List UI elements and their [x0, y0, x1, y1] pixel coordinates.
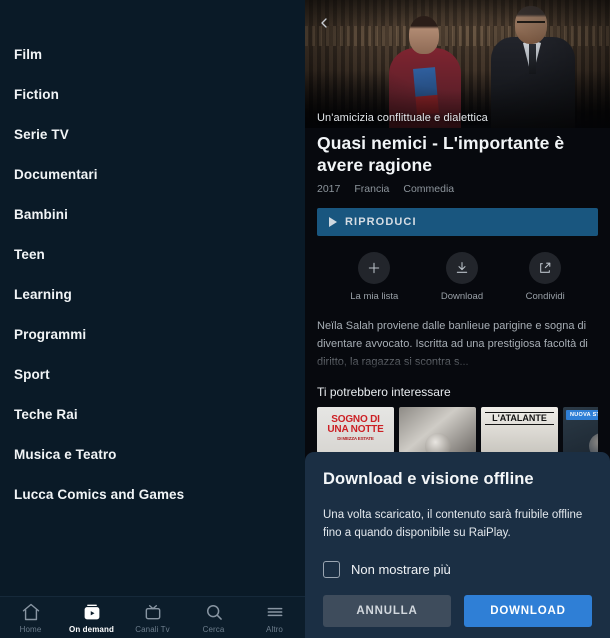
modal-description: Una volta scaricato, il contenuto sarà f…	[323, 509, 583, 539]
hero-vignette	[305, 0, 610, 128]
tab-cerca[interactable]: Cerca	[183, 597, 244, 638]
card-title: SOGNO DI UNA NOTTE DI MEZZA ESTATE	[321, 415, 390, 442]
search-icon	[204, 602, 224, 622]
share-icon	[529, 252, 562, 285]
sidebar-item-label: Sport	[14, 366, 50, 382]
meta-year: 2017	[317, 183, 341, 196]
action-download[interactable]: Download	[441, 252, 483, 302]
bottom-tab-bar: Home On demand Canali Tv Cerca Altro	[0, 596, 305, 638]
action-buttons: La mia lista Download Condividi	[317, 252, 598, 302]
play-button-label: RIPRODUCI	[345, 216, 417, 229]
detail-body: Quasi nemici - L'importante è avere ragi…	[305, 133, 610, 454]
action-label: Download	[440, 291, 484, 303]
meta-country: Francia	[354, 183, 390, 196]
tab-on-demand[interactable]: On demand	[61, 597, 122, 638]
action-label: Condividi	[525, 291, 565, 303]
sidebar-item-musica-e-teatro[interactable]: Musica e Teatro	[0, 434, 305, 474]
recommendation-card[interactable]: L'ATALANTE	[481, 407, 558, 454]
tab-altro[interactable]: Altro	[244, 597, 305, 638]
back-chevron-icon[interactable]	[312, 11, 336, 35]
sidebar-item-label: Teche Rai	[14, 406, 78, 422]
sidebar-item-programmi[interactable]: Programmi	[0, 314, 305, 354]
sidebar-menu: Film Fiction Serie TV Documentari Bambini Tee…	[0, 0, 305, 514]
meta-genre: Commedia	[403, 183, 455, 196]
sidebar-item-bambini[interactable]: Bambini	[0, 194, 305, 234]
sidebar-item-documentari[interactable]: Documentari	[0, 154, 305, 194]
sidebar-item-film[interactable]: Film	[0, 34, 305, 74]
tv-icon	[143, 602, 163, 622]
dont-show-again-label: Non mostrare più	[351, 561, 451, 577]
sidebar-item-label: Programmi	[14, 326, 87, 342]
play-triangle-icon	[329, 217, 337, 228]
sidebar-item-label: Learning	[14, 286, 72, 302]
plus-icon	[358, 252, 391, 285]
action-share[interactable]: Condividi	[526, 252, 565, 302]
sidebar-item-label: Documentari	[14, 166, 98, 182]
card-title-text: SOGNO DI UNA NOTTE	[327, 414, 384, 436]
sidebar-item-label: Teen	[14, 246, 45, 262]
sidebar-item-label: Bambini	[14, 206, 68, 222]
home-icon	[21, 602, 41, 622]
sidebar-item-teche-rai[interactable]: Teche Rai	[0, 394, 305, 434]
sidebar-item-teen[interactable]: Teen	[0, 234, 305, 274]
dont-show-again-checkbox[interactable]	[323, 560, 340, 578]
card-title-text: L'ATALANTE	[492, 413, 547, 424]
sidebar-item-lucca-comics-and-games[interactable]: Lucca Comics and Games	[0, 474, 305, 514]
dont-show-again-row[interactable]: Non mostrare più	[323, 560, 592, 578]
modal-title: Download e visione offline	[323, 470, 534, 488]
tab-label: Altro	[266, 624, 283, 634]
card-artwork	[588, 433, 598, 454]
download-button[interactable]: DOWNLOAD	[464, 594, 592, 627]
sidebar: Film Fiction Serie TV Documentari Bambini Tee…	[0, 0, 305, 638]
modal-buttons: ANNULLA DOWNLOAD	[323, 594, 592, 627]
recommendation-card[interactable]	[399, 407, 476, 454]
recommendation-card[interactable]: SOGNO DI UNA NOTTE DI MEZZA ESTATE	[317, 407, 394, 454]
tab-canali-tv[interactable]: Canali Tv	[122, 597, 183, 638]
card-badge: NUOVA STA	[566, 410, 598, 421]
sidebar-item-label: Film	[14, 46, 43, 62]
page-title: Quasi nemici - L'importante è avere ragi…	[317, 133, 565, 175]
sidebar-item-label: Lucca Comics and Games	[14, 486, 185, 502]
cancel-button[interactable]: ANNULLA	[323, 594, 451, 627]
sidebar-item-label: Musica e Teatro	[14, 446, 117, 462]
on-demand-icon	[82, 602, 102, 622]
sidebar-item-fiction[interactable]: Fiction	[0, 74, 305, 114]
card-artwork	[424, 433, 451, 454]
content-metadata: 2017 Francia Commedia	[317, 183, 598, 195]
menu-icon	[265, 602, 285, 622]
sidebar-item-label: Fiction	[14, 86, 59, 102]
tab-home[interactable]: Home	[0, 597, 61, 638]
card-subtitle: DI MEZZA ESTATE	[337, 436, 374, 442]
action-label: La mia lista	[350, 291, 399, 303]
synopsis-text: Neïla Salah proviene dalle banlieue pari…	[317, 320, 588, 368]
recommendations-heading: Ti potrebbero interessare	[317, 385, 451, 400]
play-button[interactable]: RIPRODUCI	[317, 208, 598, 237]
tab-label: On demand	[69, 624, 114, 634]
sidebar-item-sport[interactable]: Sport	[0, 354, 305, 394]
sidebar-item-label: Serie TV	[14, 126, 69, 142]
card-title: L'ATALANTE	[485, 412, 554, 426]
sidebar-item-serie-tv[interactable]: Serie TV	[0, 114, 305, 154]
download-icon	[445, 252, 478, 285]
raiplay-app: Film Fiction Serie TV Documentari Bambini Tee…	[0, 0, 610, 638]
hero-tagline: Un'amicizia conflittuale e dialettica	[317, 112, 488, 124]
tab-label: Cerca	[202, 624, 225, 634]
action-my-list[interactable]: La mia lista	[350, 252, 398, 302]
recommendation-card[interactable]: NUOVA STA	[563, 407, 598, 454]
tab-label: Canali Tv	[135, 624, 170, 634]
hero-image: Un'amicizia conflittuale e dialettica	[305, 0, 610, 128]
download-modal: Download e visione offline Una volta sca…	[305, 452, 610, 638]
recommendations-rail: SOGNO DI UNA NOTTE DI MEZZA ESTATE L'ATALA…	[317, 407, 598, 454]
tab-label: Home	[19, 624, 42, 634]
sidebar-item-learning[interactable]: Learning	[0, 274, 305, 314]
